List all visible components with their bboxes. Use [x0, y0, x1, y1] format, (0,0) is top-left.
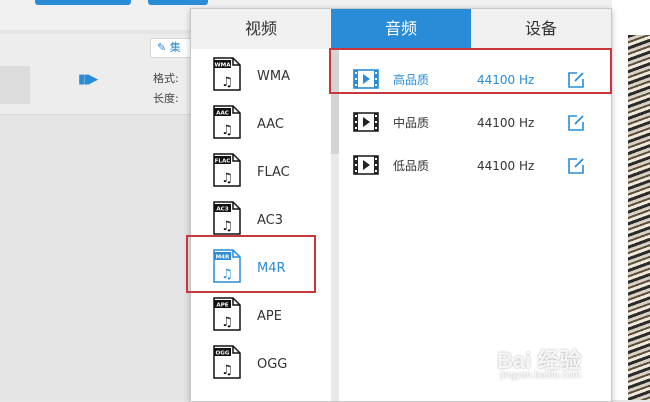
svg-text:FLAC: FLAC: [215, 159, 231, 165]
quality-item-high[interactable]: 高品质 44100 Hz: [339, 60, 611, 100]
quality-name: 中品质: [393, 116, 430, 130]
svg-text:♫: ♫: [221, 219, 233, 234]
svg-text:OGG: OGG: [216, 351, 230, 357]
svg-text:♫: ♫: [221, 363, 233, 378]
audio-file-icon: FLAC ♫: [213, 153, 241, 187]
background-length-label: 长度:: [153, 92, 179, 105]
format-item-label: OGG: [257, 357, 288, 372]
format-item-label: M4R: [257, 261, 286, 276]
background-button[interactable]: [35, 0, 131, 5]
format-item-label: FLAC: [257, 165, 290, 180]
quality-sample-rate: 44100 Hz: [477, 159, 535, 173]
audio-file-icon: AAC ♫: [213, 105, 241, 139]
video-film-icon: [353, 69, 379, 89]
quality-item-medium[interactable]: 中品质 44100 Hz: [339, 103, 611, 143]
tab-audio[interactable]: 音频: [331, 9, 471, 49]
edit-icon[interactable]: [567, 114, 585, 132]
audio-file-icon: WMA ♫: [213, 57, 241, 91]
format-item-label: AAC: [257, 117, 284, 132]
quality-item-low[interactable]: 低品质 44100 Hz: [339, 146, 611, 186]
format-item-aac[interactable]: AAC ♫ AAC: [191, 101, 331, 149]
format-item-ape[interactable]: APE ♫ APE: [191, 293, 331, 341]
video-film-icon: [353, 112, 379, 132]
audio-file-icon: M4R ♫: [213, 249, 241, 283]
audio-file-icon: APE ♫: [213, 297, 241, 331]
background-artwork: [628, 35, 650, 400]
convert-arrow-icon: ▮▮▶: [78, 72, 98, 87]
edit-icon[interactable]: [567, 71, 585, 89]
format-item-ogg[interactable]: OGG ♫ OGG: [191, 341, 331, 389]
format-item-flac[interactable]: FLAC ♫ FLAC: [191, 149, 331, 197]
background-button[interactable]: [148, 0, 208, 5]
format-item-label: WMA: [257, 69, 290, 84]
svg-text:♫: ♫: [221, 123, 233, 138]
svg-text:APE: APE: [216, 303, 228, 309]
quality-name: 低品质: [393, 159, 430, 173]
quality-name: 高品质: [393, 73, 430, 87]
format-item-wma[interactable]: WMA ♫ WMA: [191, 53, 331, 101]
video-film-icon: [353, 155, 379, 175]
background-format-label: 格式:: [153, 72, 179, 85]
category-tabs: 视频 音频 设备: [191, 9, 611, 49]
tab-video[interactable]: 视频: [191, 9, 331, 49]
svg-text:AAC: AAC: [216, 111, 229, 117]
scrollbar-thumb[interactable]: [331, 49, 339, 154]
background-edit-label: 集: [169, 41, 181, 54]
svg-text:M4R: M4R: [216, 255, 230, 261]
quality-sample-rate: 44100 Hz: [477, 73, 535, 87]
background-edit-button[interactable]: ✎ 集: [150, 38, 192, 58]
format-item-label: AC3: [257, 213, 284, 228]
svg-text:♫: ♫: [221, 315, 233, 330]
edit-icon[interactable]: [567, 157, 585, 175]
audio-file-icon: OGG ♫: [213, 345, 241, 379]
svg-text:♫: ♫: [221, 171, 233, 186]
svg-text:♫: ♫: [221, 267, 233, 282]
quality-sample-rate: 44100 Hz: [477, 116, 535, 130]
format-item-label: APE: [257, 309, 282, 324]
svg-text:AC3: AC3: [216, 207, 228, 213]
format-list: WMA ♫ WMA AAC ♫ AAC FLAC ♫ FLAC AC3 ♫ AC3 M4R ♫ M4R APE…: [191, 49, 331, 401]
format-item-m4r[interactable]: M4R ♫ M4R: [191, 245, 331, 293]
audio-file-icon: AC3 ♫: [213, 201, 241, 235]
background-thumbnail: [0, 66, 30, 104]
tab-device[interactable]: 设备: [471, 9, 611, 49]
svg-text:♫: ♫: [221, 75, 233, 90]
format-list-scrollbar[interactable]: [331, 49, 339, 401]
watermark-url: jingyan.baidu.com: [500, 370, 581, 381]
format-item-ac3[interactable]: AC3 ♫ AC3: [191, 197, 331, 245]
svg-text:WMA: WMA: [214, 63, 231, 69]
